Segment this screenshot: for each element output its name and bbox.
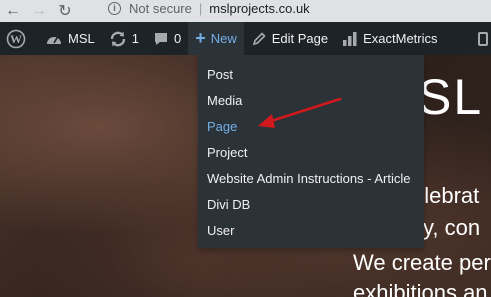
submenu-item-divi-db[interactable]: Divi DB [198, 192, 424, 218]
site-logo: SL [418, 69, 484, 125]
back-button[interactable]: ← [0, 0, 26, 22]
forward-button[interactable]: → [26, 0, 52, 22]
arrow-left-icon: ← [5, 2, 21, 19]
exactmetrics-menu[interactable]: ExactMetrics [335, 22, 444, 55]
site-name-menu[interactable]: MSL [38, 22, 102, 55]
wordpress-menu[interactable]: W [0, 22, 38, 55]
overflow-icon [478, 31, 488, 46]
comments-icon [153, 31, 169, 47]
comments-count: 0 [173, 31, 182, 46]
site-name-label: MSL [68, 31, 95, 46]
pencil-icon [251, 31, 267, 47]
hero-text-line-4: exhibitions an [353, 280, 488, 297]
dashboard-icon [45, 31, 63, 47]
edit-page-label: Edit Page [271, 31, 329, 46]
bar-chart-icon [342, 31, 358, 47]
admin-bar-overflow[interactable] [475, 22, 491, 55]
edit-page-menu[interactable]: Edit Page [244, 22, 335, 55]
submenu-item-media[interactable]: Media [198, 88, 424, 114]
new-content-menu[interactable]: + New [188, 22, 244, 55]
new-content-submenu: Post Media Page Project Website Admin In… [198, 55, 424, 248]
submenu-item-user[interactable]: User [198, 218, 424, 244]
submenu-item-post[interactable]: Post [198, 62, 424, 88]
reload-button[interactable]: ↻ [52, 0, 78, 22]
wordpress-logo-icon: W [6, 29, 26, 49]
wp-admin-bar: W MSL 1 0 + New Edit Page ExactMetrics [0, 22, 491, 55]
url-separator: | [198, 0, 203, 16]
hero-text-line-3: We create per [353, 250, 491, 275]
reload-icon: ↻ [58, 3, 72, 20]
new-content-label: New [210, 31, 237, 46]
svg-text:W: W [10, 32, 22, 46]
address-bar[interactable]: i Not secure | mslprojects.co.uk [108, 0, 310, 16]
plus-icon: + [195, 28, 206, 48]
url-text: mslprojects.co.uk [209, 0, 310, 16]
arrow-right-icon: → [31, 2, 47, 19]
updates-icon [109, 30, 127, 48]
updates-menu[interactable]: 1 [102, 22, 146, 55]
info-icon[interactable]: i [108, 1, 121, 15]
exactmetrics-label: ExactMetrics [363, 31, 438, 46]
security-status: Not secure [129, 0, 192, 16]
updates-count: 1 [131, 31, 139, 46]
browser-toolbar: ← → ↻ i Not secure | mslprojects.co.uk [0, 0, 491, 22]
submenu-item-project[interactable]: Project [198, 140, 424, 166]
submenu-item-admin-instructions[interactable]: Website Admin Instructions - Article [198, 166, 424, 192]
comments-menu[interactable]: 0 [146, 22, 188, 55]
submenu-item-page[interactable]: Page [198, 114, 424, 140]
